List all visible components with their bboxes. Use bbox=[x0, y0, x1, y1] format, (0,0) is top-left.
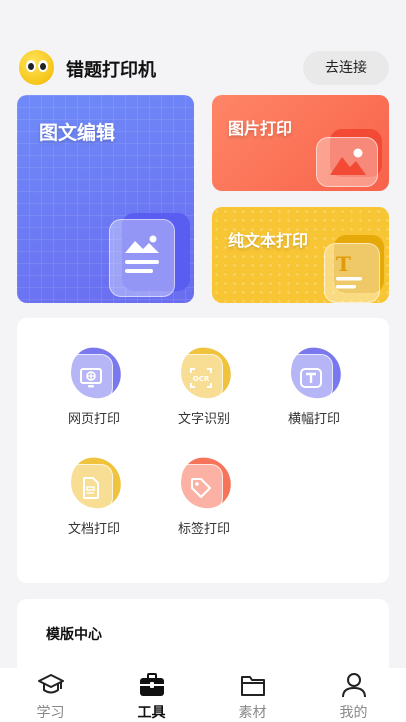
tab-tools[interactable]: 工具 bbox=[101, 668, 202, 722]
tool-label: 网页打印 bbox=[67, 412, 120, 427]
image-print-card[interactable]: 图片打印 bbox=[212, 95, 389, 191]
tab-materials[interactable]: 素材 bbox=[202, 668, 303, 722]
tool-banner-print[interactable]: 横幅打印 bbox=[259, 344, 369, 443]
banner-text-icon bbox=[300, 368, 322, 388]
tool-label: 文档打印 bbox=[67, 522, 120, 537]
app-title: 错题打印机 bbox=[66, 60, 156, 81]
app-header: 错题打印机 去连接 bbox=[0, 44, 406, 92]
tab-label: 我的 bbox=[339, 705, 368, 721]
document-icon bbox=[83, 477, 99, 499]
tab-label: 工具 bbox=[137, 705, 166, 721]
tab-mine[interactable]: 我的 bbox=[303, 668, 404, 722]
connect-button[interactable]: 去连接 bbox=[303, 51, 389, 85]
tab-label: 素材 bbox=[238, 705, 267, 721]
tool-label-print[interactable]: 标签打印 bbox=[149, 454, 259, 553]
tool-label: 文字识别 bbox=[177, 412, 230, 427]
toolbox-icon bbox=[140, 673, 164, 696]
template-center-title: 模版中心 bbox=[46, 627, 102, 643]
tab-label: 学习 bbox=[36, 705, 65, 721]
tool-label: 标签打印 bbox=[177, 522, 230, 537]
app-logo-icon bbox=[19, 50, 54, 85]
image-print-label: 图片打印 bbox=[228, 119, 293, 138]
tools-panel: 网页打印 OCR 文字识别 横幅打印 文档打印 标签打印 bbox=[17, 318, 389, 583]
svg-text:T: T bbox=[336, 253, 351, 276]
image-text-edit-label: 图文编辑 bbox=[39, 122, 116, 144]
monitor-globe-icon bbox=[80, 368, 102, 388]
folder-icon bbox=[241, 676, 265, 696]
plain-text-print-label: 纯文本打印 bbox=[228, 231, 309, 250]
tool-label: 横幅打印 bbox=[287, 412, 340, 427]
tool-ocr[interactable]: OCR 文字识别 bbox=[149, 344, 259, 443]
user-icon bbox=[342, 673, 366, 698]
ocr-scan-icon: OCR bbox=[190, 368, 212, 388]
tool-document-print[interactable]: 文档打印 bbox=[39, 454, 149, 553]
tab-study[interactable]: 学习 bbox=[0, 668, 101, 722]
svg-text:OCR: OCR bbox=[193, 375, 210, 383]
bottom-tab-bar: 学习 工具 素材 我的 bbox=[0, 668, 406, 722]
tag-icon bbox=[191, 478, 211, 498]
graduation-cap-icon bbox=[38, 674, 64, 694]
tool-web-print[interactable]: 网页打印 bbox=[39, 344, 149, 443]
plain-text-print-card[interactable]: 纯文本打印 T bbox=[212, 207, 389, 303]
image-text-edit-card[interactable]: 图文编辑 bbox=[17, 95, 194, 303]
